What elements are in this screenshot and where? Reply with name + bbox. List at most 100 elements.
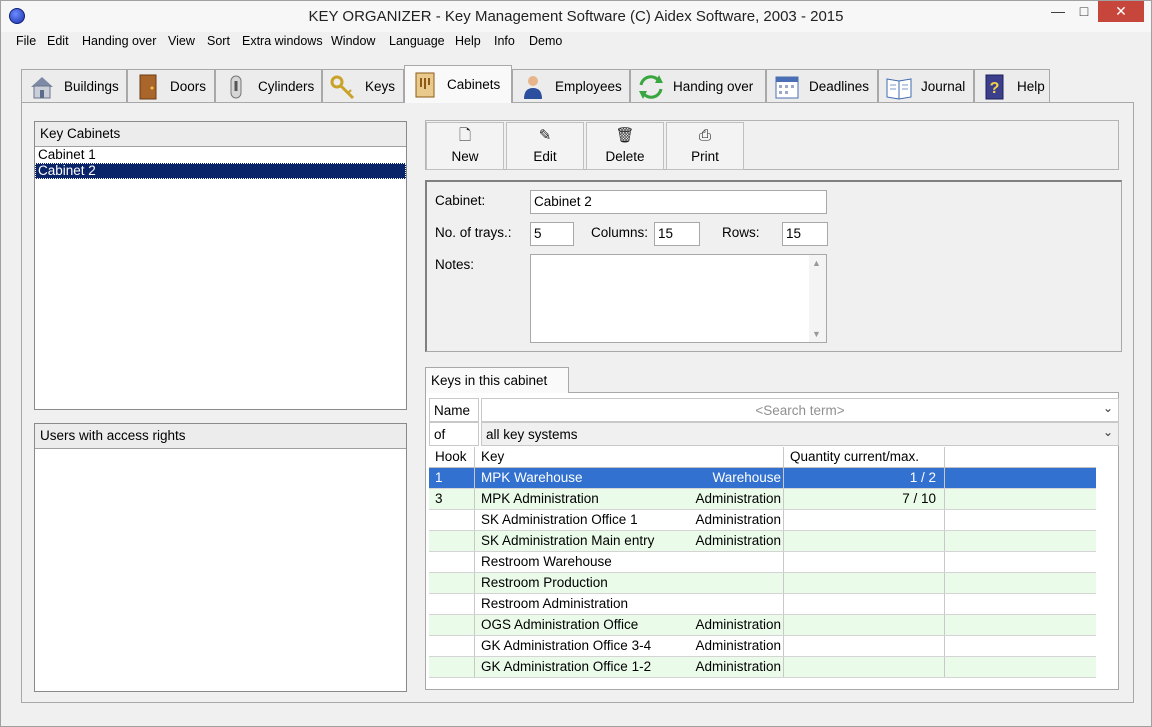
- menu-view[interactable]: View: [168, 34, 195, 48]
- columns-label: Columns:: [591, 225, 649, 240]
- tab-cabinets[interactable]: Cabinets: [404, 65, 512, 103]
- menu-file[interactable]: File: [16, 34, 36, 48]
- cabinet-list-item[interactable]: Cabinet 1: [35, 147, 406, 163]
- key-cell: Restroom Production: [475, 573, 784, 593]
- tab-employees[interactable]: Employees: [512, 69, 630, 103]
- title-bar[interactable]: KEY ORGANIZER - Key Management Software …: [1, 1, 1151, 32]
- cabinets-page: Key Cabinets Cabinet 1 Cabinet 2 Users w…: [21, 102, 1134, 703]
- building-icon: [28, 73, 56, 101]
- notes-textarea[interactable]: ▲ ▼: [530, 254, 827, 343]
- users-access-panel: Users with access rights: [34, 423, 407, 692]
- menu-help[interactable]: Help: [455, 34, 481, 48]
- menu-edit[interactable]: Edit: [47, 34, 69, 48]
- app-window: KEY ORGANIZER - Key Management Software …: [0, 0, 1152, 727]
- empty-cell: [945, 573, 1096, 593]
- menu-info[interactable]: Info: [494, 34, 515, 48]
- printer-icon: ⎙: [698, 127, 711, 144]
- key-group: [781, 552, 783, 572]
- tab-label: Deadlines: [809, 79, 870, 94]
- maximize-button[interactable]: □: [1071, 1, 1097, 22]
- help-book-icon: ?: [981, 73, 1009, 101]
- window-title: KEY ORGANIZER - Key Management Software …: [308, 8, 844, 25]
- new-button[interactable]: 🗋 New: [426, 122, 504, 170]
- key-group: [781, 573, 783, 593]
- rows-field[interactable]: 15: [782, 222, 828, 246]
- menu-language[interactable]: Language: [389, 34, 445, 48]
- key-cabinets-header: Key Cabinets: [35, 122, 406, 147]
- hook-cell: [429, 531, 475, 551]
- menu-demo[interactable]: Demo: [529, 34, 562, 48]
- tab-keys-in-cabinet[interactable]: Keys in this cabinet: [425, 367, 569, 393]
- table-row[interactable]: 3 MPK Administration Administration 7 / 1…: [429, 489, 1096, 510]
- key-cell: GK Administration Office 3-4 Administrati…: [475, 636, 784, 656]
- keys-in-cabinet-panel: Name <Search term> ⌄ of all key systems …: [425, 392, 1119, 690]
- hook-cell: 3: [429, 489, 475, 509]
- chevron-down-icon[interactable]: ⌄: [1103, 401, 1113, 415]
- tab-doors[interactable]: Doors: [127, 69, 215, 103]
- tab-buildings[interactable]: Buildings: [21, 69, 127, 103]
- menu-sort[interactable]: Sort: [207, 34, 230, 48]
- print-button[interactable]: ⎙ Print: [666, 122, 744, 170]
- table-row[interactable]: SK Administration Main entry Administrati…: [429, 531, 1096, 552]
- table-row[interactable]: Restroom Warehouse: [429, 552, 1096, 573]
- tab-label: Doors: [170, 79, 207, 94]
- key-group: Administration: [695, 533, 781, 548]
- scroll-down-icon[interactable]: ▼: [812, 329, 821, 339]
- chevron-down-icon[interactable]: ⌄: [1103, 425, 1113, 439]
- table-row[interactable]: GK Administration Office 1-2 Administrati…: [429, 657, 1096, 678]
- table-row[interactable]: GK Administration Office 3-4 Administrati…: [429, 636, 1096, 657]
- tab-cylinders[interactable]: Cylinders: [215, 69, 322, 103]
- tab-keys[interactable]: Keys: [322, 69, 404, 103]
- table-row[interactable]: 1 MPK Warehouse Warehouse 1 / 2: [429, 468, 1096, 489]
- minimize-button[interactable]: —: [1045, 1, 1071, 22]
- tab-journal[interactable]: Journal: [878, 69, 974, 103]
- cabinet-list-item-selected[interactable]: Cabinet 2: [35, 163, 406, 179]
- tab-deadlines[interactable]: Deadlines: [766, 69, 878, 103]
- table-row[interactable]: Restroom Production: [429, 573, 1096, 594]
- door-icon: [134, 73, 162, 101]
- employee-icon: [519, 73, 547, 101]
- table-row[interactable]: OGS Administration Office Administration: [429, 615, 1096, 636]
- key-cell: MPK Warehouse Warehouse: [475, 468, 784, 488]
- key-group: Administration: [695, 659, 781, 674]
- close-button[interactable]: ✕: [1098, 1, 1144, 22]
- notes-scrollbar[interactable]: ▲ ▼: [809, 255, 826, 342]
- cylinder-icon: [222, 73, 250, 101]
- tab-label: Help: [1017, 79, 1045, 94]
- menu-extra-windows[interactable]: Extra windows: [242, 34, 323, 48]
- column-header-hook[interactable]: Hook: [429, 447, 475, 467]
- cabinet-icon: [411, 71, 439, 99]
- quantity-cell: [784, 573, 945, 593]
- menu-window[interactable]: Window: [331, 34, 375, 48]
- trays-field[interactable]: 5: [530, 222, 574, 246]
- key-cell: Restroom Warehouse: [475, 552, 784, 572]
- table-row[interactable]: SK Administration Office 1 Administration: [429, 510, 1096, 531]
- hook-cell: [429, 573, 475, 593]
- tab-help[interactable]: ? Help: [974, 69, 1050, 103]
- edit-button[interactable]: ✎ Edit: [506, 122, 584, 170]
- tab-label: Handing over: [673, 79, 754, 94]
- key-group: [781, 594, 783, 614]
- table-row[interactable]: Restroom Administration: [429, 594, 1096, 615]
- cabinet-name-field[interactable]: Cabinet 2: [530, 190, 827, 214]
- columns-field[interactable]: 15: [654, 222, 700, 246]
- search-input[interactable]: <Search term>: [481, 398, 1119, 422]
- key-system-select[interactable]: all key systems: [481, 422, 1119, 446]
- tab-handing-over[interactable]: Handing over: [630, 69, 766, 103]
- key-cell: Restroom Administration: [475, 594, 784, 614]
- hook-cell: [429, 657, 475, 677]
- trash-icon: 🗑: [615, 127, 635, 144]
- name-filter-row: Name <Search term> ⌄: [429, 398, 1119, 422]
- key-group: Administration: [695, 638, 781, 653]
- menu-handing-over[interactable]: Handing over: [82, 34, 156, 48]
- cabinet-details-form: Cabinet: Cabinet 2 No. of trays.: 5 Colu…: [425, 180, 1122, 352]
- hook-cell: 1: [429, 468, 475, 488]
- empty-cell: [945, 615, 1096, 635]
- scroll-up-icon[interactable]: ▲: [812, 258, 821, 268]
- column-header-key[interactable]: Key: [475, 447, 784, 467]
- quantity-cell: [784, 636, 945, 656]
- system-filter-row: of all key systems ⌄: [429, 422, 1119, 446]
- delete-button[interactable]: 🗑 Delete: [586, 122, 664, 170]
- key-cabinets-panel: Key Cabinets Cabinet 1 Cabinet 2: [34, 121, 407, 410]
- column-header-quantity[interactable]: Quantity current/max.: [784, 447, 945, 467]
